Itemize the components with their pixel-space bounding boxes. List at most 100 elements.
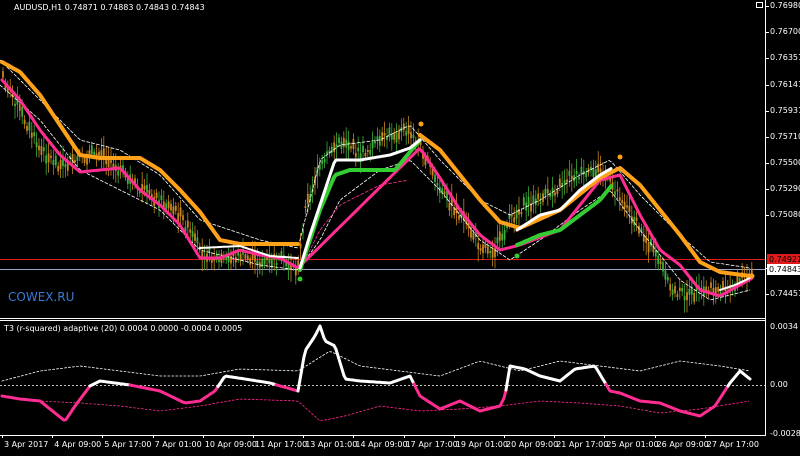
- candle-body: [671, 289, 674, 295]
- candle-body: [539, 201, 542, 204]
- candle-body: [563, 180, 566, 184]
- candle-body: [182, 215, 184, 221]
- signal-dot: [749, 273, 755, 279]
- candle-body: [616, 189, 619, 192]
- indicator-pink-line: [0, 384, 92, 422]
- price-tick: [766, 32, 769, 33]
- candle-body: [750, 268, 753, 274]
- time-tick-label: 27 Apr 17:00: [706, 440, 759, 449]
- candle-body: [626, 205, 628, 208]
- signal-dot: [418, 121, 424, 127]
- watermark: COWEX.RU: [8, 290, 75, 304]
- time-tick-label: 17 Apr 17:00: [405, 440, 458, 449]
- candle-body: [537, 193, 540, 200]
- price-tick: [766, 58, 769, 59]
- candle-body: [522, 197, 525, 206]
- candle-body: [678, 287, 681, 291]
- indicator-pink-line: [274, 383, 300, 393]
- price-tick-label: 0.76351: [770, 53, 800, 62]
- window-toggle-icon[interactable]: [756, 2, 763, 8]
- candle-body: [100, 150, 103, 157]
- candle-body: [50, 155, 52, 158]
- candle-body: [621, 200, 624, 204]
- candle-body: [717, 287, 720, 292]
- candle-body: [371, 142, 374, 149]
- candle-body: [686, 292, 688, 301]
- indicator-tick-label: -0.0028: [770, 429, 800, 438]
- candle-body: [354, 152, 357, 158]
- time-tick: [353, 435, 355, 438]
- candle-body: [143, 185, 146, 190]
- candle-body: [575, 170, 578, 174]
- price-tick: [766, 137, 769, 138]
- candle-body: [647, 242, 650, 253]
- time-axis-line: [0, 435, 766, 436]
- candle-body: [345, 139, 348, 148]
- candle-body: [26, 125, 28, 131]
- candle-body: [501, 233, 504, 241]
- candle-body: [527, 196, 530, 206]
- candle-body: [458, 215, 460, 220]
- indicator-tick-label: 0.00: [770, 380, 788, 389]
- candle-body: [407, 125, 410, 134]
- candle-body: [688, 288, 691, 295]
- candle-body: [710, 282, 712, 288]
- candle-body: [110, 160, 112, 163]
- candle-body: [304, 205, 307, 208]
- indicator-chart[interactable]: [0, 321, 766, 435]
- candle-body: [23, 119, 26, 125]
- candle-body: [614, 191, 616, 195]
- time-tick: [403, 435, 405, 438]
- candle-body: [558, 178, 561, 187]
- candle-body: [350, 146, 352, 149]
- candle-body: [230, 255, 232, 264]
- indicator-tick-label: 0.0034: [770, 322, 798, 331]
- candle-body: [554, 192, 556, 196]
- time-tick: [253, 435, 254, 438]
- candle-body: [628, 205, 631, 213]
- candle-body: [618, 197, 621, 201]
- candle-body: [57, 165, 60, 172]
- candle-body: [566, 179, 568, 183]
- candle-body: [443, 191, 446, 195]
- candle-body: [28, 121, 31, 131]
- candle-body: [323, 159, 326, 163]
- candle-body: [174, 205, 177, 211]
- candle-body: [52, 159, 55, 165]
- price-tick-label: 0.75080: [770, 210, 800, 219]
- candle-body: [54, 155, 57, 166]
- candle-body: [570, 175, 573, 180]
- time-tick-label: 25 Apr 01:00: [606, 440, 659, 449]
- price-tick: [766, 111, 769, 112]
- signal-dot: [297, 276, 303, 282]
- candle-body: [172, 206, 175, 215]
- price-tick-label: 0.75710: [770, 132, 800, 141]
- candle-body: [30, 132, 33, 138]
- candle-body: [386, 136, 388, 140]
- price-chart[interactable]: [0, 0, 766, 318]
- time-tick: [554, 435, 556, 438]
- candle-body: [74, 159, 76, 163]
- candle-body: [333, 142, 336, 153]
- candle-body: [674, 286, 676, 294]
- time-tick: [152, 435, 154, 438]
- candle-body: [18, 104, 21, 111]
- candle-body: [494, 248, 496, 258]
- time-tick: [52, 435, 54, 438]
- price-tick-label: 0.75290: [770, 184, 800, 193]
- time-tick: [102, 435, 104, 438]
- candle-body: [42, 147, 45, 152]
- ma-orange-line: [418, 133, 752, 278]
- candle-body: [498, 231, 501, 241]
- candle-body: [64, 164, 67, 168]
- candle-body: [486, 246, 489, 254]
- time-tick-label: 19 Apr 01:00: [455, 440, 508, 449]
- price-tick: [766, 215, 769, 216]
- candle-body: [369, 149, 372, 155]
- price-tick-label: 0.76700: [770, 27, 800, 36]
- candle-body: [338, 137, 340, 144]
- price-tick-label: 0.76980: [770, 1, 800, 10]
- time-tick: [654, 435, 656, 438]
- candle-body: [510, 214, 513, 217]
- candle-body: [90, 145, 93, 155]
